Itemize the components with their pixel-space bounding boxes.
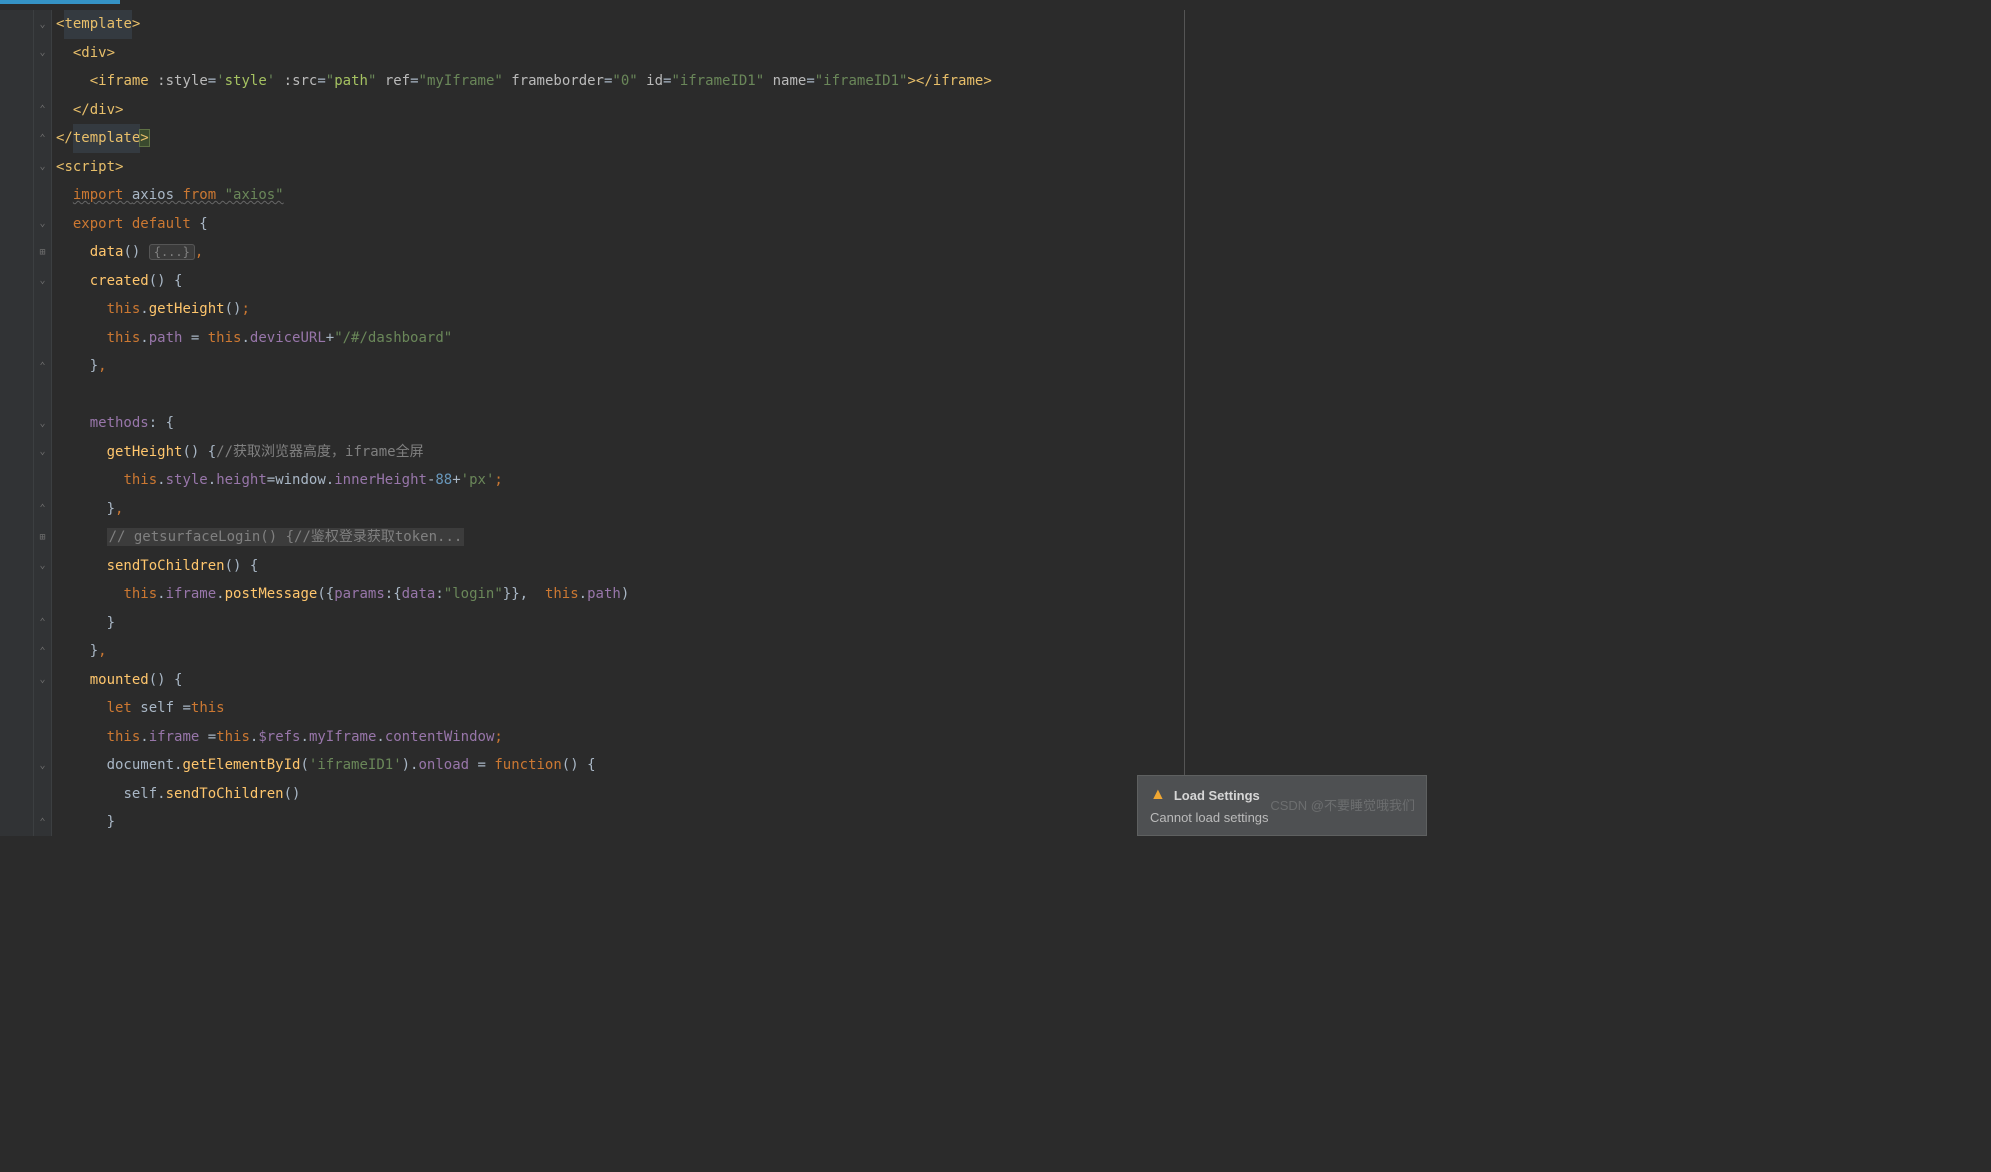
code-line[interactable]: <template> <box>56 10 1427 39</box>
fold-marker[interactable]: ⌄ <box>34 409 51 438</box>
code-line[interactable]: let self =this <box>56 694 1427 723</box>
fold-marker <box>34 723 51 752</box>
fold-marker[interactable]: ⊞ <box>34 238 51 267</box>
fold-marker[interactable]: ⌃ <box>34 124 51 153</box>
code-line[interactable]: methods: { <box>56 409 1427 438</box>
code-line[interactable]: this.iframe =this.$refs.myIframe.content… <box>56 723 1427 752</box>
code-line[interactable]: </div> <box>56 96 1427 125</box>
fold-marker[interactable]: ⌃ <box>34 352 51 381</box>
code-line[interactable]: sendToChildren() { <box>56 552 1427 581</box>
fold-marker[interactable]: ⌃ <box>34 808 51 837</box>
watermark: CSDN @不要睡觉哦我们 <box>1270 795 1415 814</box>
fold-marker <box>34 181 51 210</box>
code-line[interactable]: this.path = this.deviceURL+"/#/dashboard… <box>56 324 1427 353</box>
code-line[interactable]: }, <box>56 352 1427 381</box>
code-line[interactable]: </template> <box>56 124 1427 153</box>
fold-marker[interactable]: ⌄ <box>34 438 51 467</box>
fold-marker[interactable]: ⌄ <box>34 751 51 780</box>
fold-marker <box>34 694 51 723</box>
notification-title: Load Settings <box>1174 788 1260 803</box>
fold-marker[interactable]: ⌄ <box>34 666 51 695</box>
active-tab-indicator <box>0 0 120 4</box>
code-line[interactable]: created() { <box>56 267 1427 296</box>
right-margin-line <box>1184 10 1185 836</box>
code-line[interactable]: import axios from "axios" <box>56 181 1427 210</box>
code-line[interactable]: <script> <box>56 153 1427 182</box>
fold-marker[interactable]: ⌄ <box>34 10 51 39</box>
fold-marker <box>34 580 51 609</box>
fold-marker[interactable]: ⌃ <box>34 637 51 666</box>
code-line[interactable]: this.getHeight(); <box>56 295 1427 324</box>
fold-marker[interactable]: ⌄ <box>34 39 51 68</box>
gutter <box>0 10 34 836</box>
fold-marker <box>34 381 51 410</box>
fold-marker <box>34 67 51 96</box>
fold-marker[interactable]: ⌄ <box>34 153 51 182</box>
fold-marker[interactable]: ⌄ <box>34 267 51 296</box>
fold-marker[interactable]: ⌃ <box>34 609 51 638</box>
fold-marker <box>34 324 51 353</box>
fold-marker[interactable]: ⌃ <box>34 96 51 125</box>
fold-marker <box>34 295 51 324</box>
code-line[interactable]: }, <box>56 637 1427 666</box>
code-line[interactable]: }, <box>56 495 1427 524</box>
fold-marker[interactable]: ⌄ <box>34 210 51 239</box>
fold-marker[interactable]: ⊞ <box>34 523 51 552</box>
code-line[interactable]: this.iframe.postMessage({params:{data:"l… <box>56 580 1427 609</box>
code-line[interactable] <box>56 381 1427 410</box>
code-line[interactable]: } <box>56 609 1427 638</box>
fold-marker <box>34 780 51 809</box>
code-line[interactable]: <iframe :style='style' :src="path" ref="… <box>56 67 1427 96</box>
code-line[interactable]: // getsurfaceLogin() {//鉴权登录获取token... <box>56 523 1427 552</box>
code-line[interactable]: mounted() { <box>56 666 1427 695</box>
code-area[interactable]: <template> <div> <iframe :style='style' … <box>52 10 1427 836</box>
warning-icon: ▲ <box>1150 786 1166 804</box>
code-editor[interactable]: ⌄⌄⌃⌃⌄⌄⊞⌄⌃⌄⌄⌃⊞⌄⌃⌃⌄⌄⌃ <template> <div> <if… <box>0 0 1427 836</box>
code-line[interactable]: export default { <box>56 210 1427 239</box>
fold-marker[interactable]: ⌄ <box>34 552 51 581</box>
code-line[interactable]: data() {...}, <box>56 238 1427 267</box>
fold-marker[interactable]: ⌃ <box>34 495 51 524</box>
code-line[interactable]: <div> <box>56 39 1427 68</box>
code-line[interactable]: this.style.height=window.innerHeight-88+… <box>56 466 1427 495</box>
code-line[interactable]: getHeight() {//获取浏览器高度，iframe全屏 <box>56 438 1427 467</box>
fold-marker <box>34 466 51 495</box>
fold-column[interactable]: ⌄⌄⌃⌃⌄⌄⊞⌄⌃⌄⌄⌃⊞⌄⌃⌃⌄⌄⌃ <box>34 10 52 836</box>
